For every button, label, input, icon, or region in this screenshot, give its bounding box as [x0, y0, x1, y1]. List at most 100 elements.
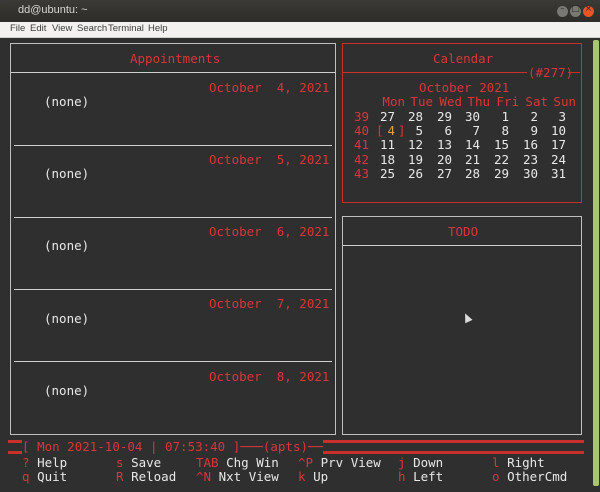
calendar-day[interactable]: 31 — [540, 166, 566, 181]
key-hint[interactable]: ^N Nxt View — [196, 469, 279, 484]
scrollbar-thumb[interactable] — [593, 40, 599, 486]
maximize-button[interactable]: □ — [570, 4, 581, 17]
day-separator — [14, 217, 332, 218]
scrollbar[interactable] — [592, 38, 600, 492]
key-hint[interactable]: s Save — [116, 455, 161, 470]
day-date: October 4, 2021 — [209, 80, 330, 95]
calendar-day[interactable]: 1 — [483, 109, 509, 124]
key-hint[interactable]: k Up — [298, 469, 328, 484]
calendar-day[interactable]: 16 — [512, 137, 538, 152]
calendar-day[interactable]: 10 — [540, 123, 566, 138]
calendar-day[interactable]: 7 — [454, 123, 480, 138]
status-time: 07:53:40 — [165, 439, 226, 454]
calendar-day[interactable]: 27 — [426, 166, 452, 181]
appointments-divider — [11, 72, 335, 73]
key-shortcut: h — [398, 469, 406, 484]
calendar-day[interactable]: 29 — [483, 166, 509, 181]
menu-help[interactable]: Help — [148, 23, 168, 34]
menu-terminal[interactable]: Terminal — [108, 23, 144, 34]
calendar-day[interactable]: 8 — [483, 123, 509, 138]
calendar-day[interactable]: 24 — [540, 152, 566, 167]
key-hint[interactable]: TAB Chg Win — [196, 455, 279, 470]
key-hint[interactable]: l Right — [492, 455, 545, 470]
calendar-day[interactable]: 30 — [512, 166, 538, 181]
key-shortcut: l — [492, 455, 500, 470]
calendar-day[interactable]: 23 — [512, 152, 538, 167]
day-date: October 6, 2021 — [209, 224, 330, 239]
calendar-day[interactable]: 9 — [512, 123, 538, 138]
calendar-day[interactable]: 17 — [540, 137, 566, 152]
calendar-day[interactable]: 13 — [426, 137, 452, 152]
calendar-day[interactable]: 21 — [454, 152, 480, 167]
week-number: 43 — [354, 166, 370, 181]
calendar-divider — [343, 72, 527, 73]
calendar-month: October 2021 — [419, 80, 510, 95]
day-entry[interactable]: (none) — [44, 383, 89, 398]
key-label: OtherCmd — [507, 469, 568, 484]
key-hint[interactable]: j Down — [398, 455, 443, 470]
calendar-day-selected[interactable]: 4 — [369, 123, 395, 138]
calendar-day[interactable]: 25 — [369, 166, 395, 181]
calendar-day[interactable]: 27 — [369, 109, 395, 124]
day-entry[interactable]: (none) — [44, 166, 89, 181]
key-label: Prv View — [320, 455, 381, 470]
weekday-label: Wed — [439, 94, 462, 109]
key-label: Save — [131, 455, 162, 470]
calendar-day[interactable]: 11 — [369, 137, 395, 152]
calendar-day[interactable]: 14 — [454, 137, 480, 152]
key-hint[interactable]: ? Help — [22, 455, 67, 470]
minimize-icon: – — [560, 4, 565, 14]
menu-edit[interactable]: Edit — [30, 23, 46, 34]
menu-view[interactable]: View — [52, 23, 72, 34]
key-label: Left — [413, 469, 444, 484]
close-button[interactable]: × — [583, 4, 594, 17]
day-entry[interactable]: (none) — [44, 238, 89, 253]
calendar-day[interactable]: 28 — [397, 109, 423, 124]
key-shortcut: ^P — [298, 455, 314, 470]
calendar-day[interactable]: 6 — [426, 123, 452, 138]
weekday-label: Mon — [382, 94, 405, 109]
calendar-day[interactable]: 15 — [483, 137, 509, 152]
status-mode: (apts) — [262, 439, 309, 454]
minimize-button[interactable]: – — [557, 4, 568, 17]
week-number: 40 — [354, 123, 370, 138]
key-shortcut: j — [398, 455, 406, 470]
calendar-day[interactable]: 30 — [454, 109, 480, 124]
title-bar[interactable]: dd@ubuntu: ~ – □ × — [0, 0, 600, 22]
day-separator — [14, 289, 332, 290]
calendar-day[interactable]: 18 — [369, 152, 395, 167]
key-hint[interactable]: q Quit — [22, 469, 67, 484]
calendar-day[interactable]: 26 — [397, 166, 423, 181]
calendar-day[interactable]: 5 — [397, 123, 423, 138]
calendar-day[interactable]: 2 — [512, 109, 538, 124]
day-entry[interactable]: (none) — [44, 94, 89, 109]
key-label: Right — [507, 455, 545, 470]
menu-file[interactable]: File — [10, 23, 25, 34]
calendar-title: Calendar — [433, 51, 494, 66]
calendar-day[interactable]: 22 — [483, 152, 509, 167]
todo-panel[interactable] — [342, 216, 582, 435]
key-hint[interactable]: o OtherCmd — [492, 469, 567, 484]
key-hint[interactable]: ^P Prv View — [298, 455, 381, 470]
calendar-day[interactable]: 19 — [397, 152, 423, 167]
week-number: 42 — [354, 152, 370, 167]
calendar-day[interactable]: 28 — [454, 166, 480, 181]
menu-search[interactable]: Search — [77, 23, 107, 34]
key-shortcut: o — [492, 469, 500, 484]
todo-title: TODO — [448, 224, 479, 239]
key-shortcut: s — [116, 455, 124, 470]
day-entry[interactable]: (none) — [44, 311, 89, 326]
calendar-day[interactable]: 12 — [397, 137, 423, 152]
calendar-day[interactable]: 20 — [426, 152, 452, 167]
weekday-label: Sat — [525, 94, 548, 109]
day-separator — [14, 361, 332, 362]
calendar-day[interactable]: 29 — [426, 109, 452, 124]
key-label: Up — [313, 469, 329, 484]
key-hint[interactable]: h Left — [398, 469, 443, 484]
calendar-day[interactable]: 3 — [540, 109, 566, 124]
close-icon: × — [584, 4, 593, 14]
key-hint[interactable]: R Reload — [116, 469, 176, 484]
weekday-label: Tue — [410, 94, 433, 109]
key-label: Nxt View — [218, 469, 279, 484]
key-label: Chg Win — [226, 455, 279, 470]
